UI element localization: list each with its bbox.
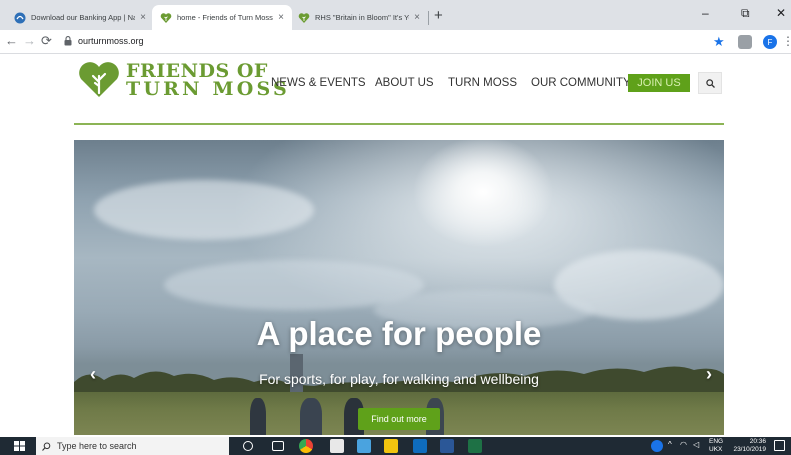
tab-title: Download our Banking App | Na — [31, 13, 136, 22]
browser-toolbar: ← → ⟳ ourturnmoss.org ★ F ⋮ — [0, 30, 791, 54]
profile-avatar[interactable]: F — [763, 35, 777, 49]
slider-prev-arrow-icon[interactable]: ‹ — [90, 364, 96, 385]
calculator-taskbar-icon[interactable] — [330, 439, 344, 453]
close-window-button[interactable]: ✕ — [776, 6, 786, 20]
tab-divider — [428, 11, 429, 25]
back-arrow-icon[interactable]: ← — [5, 33, 18, 49]
site-search-button[interactable] — [698, 72, 722, 94]
logo-line-2: TURN MOSS — [126, 78, 290, 100]
file-explorer-taskbar-icon[interactable] — [384, 439, 398, 453]
tab-banking-app[interactable]: Download our Banking App | Na × — [6, 5, 154, 30]
search-icon — [705, 78, 715, 88]
tab-title: home - Friends of Turn Moss — [177, 13, 273, 22]
forward-arrow-icon[interactable]: → — [23, 33, 36, 49]
volume-icon[interactable]: ◁ — [693, 440, 699, 449]
wifi-icon[interactable]: ◠ — [680, 440, 687, 449]
chrome-taskbar-icon[interactable] — [299, 439, 313, 453]
lock-icon[interactable] — [64, 36, 72, 46]
address-bar[interactable]: ourturnmoss.org — [78, 36, 144, 46]
person-silhouette — [250, 398, 266, 435]
system-clock[interactable]: 20:36 23/10/2019 — [730, 438, 766, 454]
more-menu-icon[interactable]: ⋮ — [782, 34, 791, 48]
language-code: ENG — [709, 438, 724, 445]
keyboard-region: UKX — [709, 446, 723, 453]
header-divider — [74, 123, 724, 125]
heart-leaf-favicon-icon — [160, 12, 172, 24]
extension-icon[interactable] — [738, 35, 752, 49]
taskbar-search-box[interactable]: Type here to search — [36, 437, 229, 455]
hero-slider: A place for people For sports, for play,… — [74, 140, 724, 435]
close-tab-icon[interactable]: × — [414, 12, 420, 23]
taskbar-search-placeholder: Type here to search — [57, 441, 137, 451]
tab-friends-of-turn-moss[interactable]: home - Friends of Turn Moss × — [152, 5, 292, 30]
nav-turn-moss[interactable]: TURN MOSS — [448, 77, 517, 89]
search-icon — [42, 442, 51, 451]
minimize-button[interactable]: – — [702, 6, 709, 20]
close-tab-icon[interactable]: × — [140, 12, 146, 23]
tab-title: RHS "Britain in Bloom" It's Your — [315, 13, 410, 22]
hero-subtitle: For sports, for play, for walking and we… — [259, 371, 539, 387]
excel-taskbar-icon[interactable] — [468, 439, 482, 453]
word-taskbar-icon[interactable] — [440, 439, 454, 453]
site-logo[interactable]: FRIENDS OF TURN MOSS — [78, 62, 290, 100]
bank-favicon-icon — [14, 12, 26, 24]
browser-tab-strip: Download our Banking App | Na × home - F… — [0, 0, 791, 30]
find-out-more-button[interactable]: Find out more — [358, 408, 440, 430]
close-tab-icon[interactable]: × — [278, 12, 284, 23]
hero-title: A place for people — [256, 315, 542, 352]
heart-tree-logo-icon — [79, 62, 119, 97]
clock-time: 20:36 — [749, 438, 766, 445]
language-indicator[interactable]: ENG UKX — [709, 438, 723, 454]
store-taskbar-icon[interactable] — [357, 439, 371, 453]
help-tray-icon[interactable] — [651, 440, 663, 452]
heart-leaf-favicon-icon — [298, 12, 310, 24]
notifications-icon[interactable] — [774, 440, 785, 451]
maximize-button[interactable]: ⧉ — [741, 6, 750, 21]
slider-next-arrow-icon[interactable]: › — [706, 364, 712, 385]
cortana-icon[interactable] — [243, 441, 253, 451]
windows-taskbar: Type here to search ^ ◠ ◁ ENG UKX 20:36 … — [0, 437, 791, 455]
nav-our-community[interactable]: OUR COMMUNITY — [531, 77, 631, 89]
person-silhouette — [300, 398, 322, 435]
reload-icon[interactable]: ⟳ — [41, 33, 52, 49]
new-tab-button[interactable]: + — [434, 8, 443, 23]
outlook-taskbar-icon[interactable] — [413, 439, 427, 453]
nav-news-events[interactable]: NEWS & EVENTS — [271, 77, 366, 89]
sky-cloud — [94, 180, 314, 240]
bookmark-star-icon[interactable]: ★ — [713, 34, 725, 50]
clock-date: 23/10/2019 — [733, 446, 766, 453]
tab-rhs-britain-in-bloom[interactable]: RHS "Britain in Bloom" It's Your × — [290, 5, 428, 30]
chevron-up-icon[interactable]: ^ — [668, 440, 672, 449]
task-view-icon[interactable] — [272, 441, 284, 451]
join-us-button[interactable]: JOIN US — [628, 74, 690, 92]
windows-start-icon[interactable] — [14, 441, 25, 451]
nav-about-us[interactable]: ABOUT US — [375, 77, 434, 89]
